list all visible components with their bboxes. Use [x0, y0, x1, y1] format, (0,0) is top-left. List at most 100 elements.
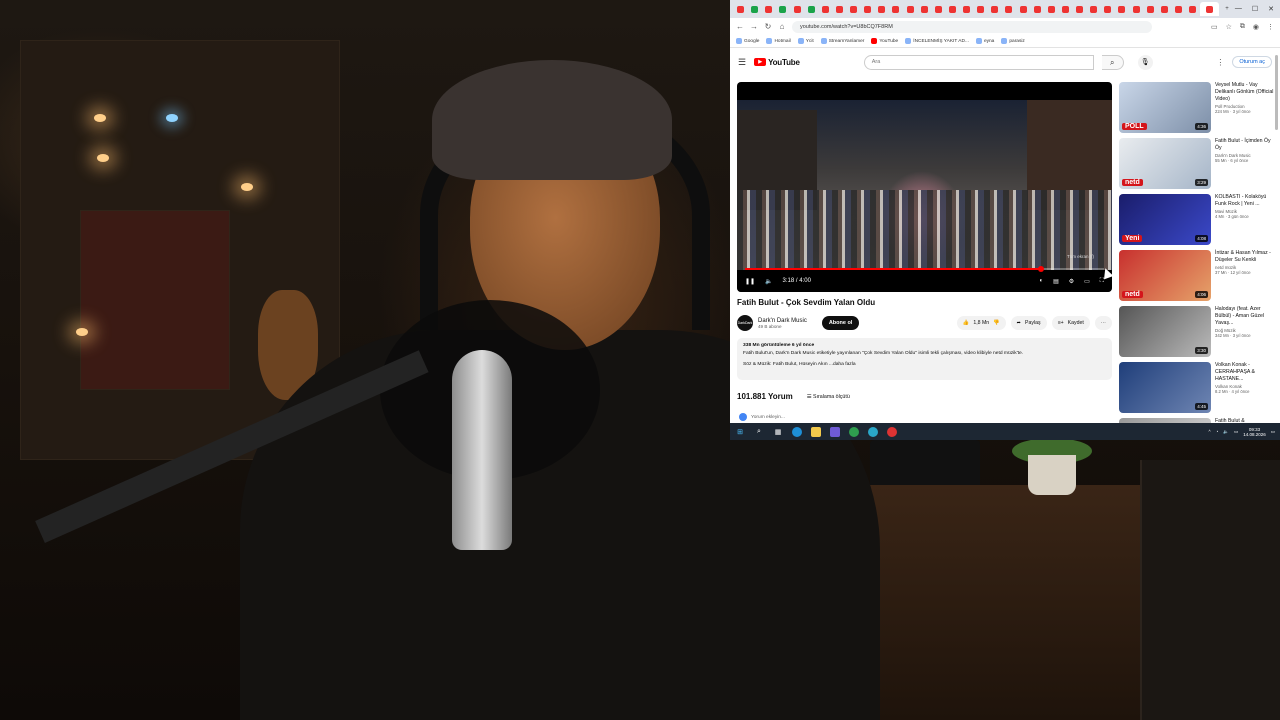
chrome-icon[interactable] — [849, 426, 859, 437]
browser-tab[interactable] — [960, 2, 973, 16]
video-thumbnail[interactable]: 4:45 — [1119, 362, 1211, 413]
extensions-icon[interactable]: ⧉ — [1240, 23, 1245, 31]
related-video-title[interactable]: Halodayı (feat. Azer Bülbül) - Aman Güze… — [1215, 306, 1277, 327]
new-tab-icon[interactable]: + — [1220, 2, 1233, 16]
browser-tab[interactable] — [904, 2, 917, 16]
volume-icon[interactable]: 🔈 — [765, 278, 772, 285]
browser-tab[interactable] — [1031, 2, 1044, 16]
menu-icon[interactable]: ⋮ — [1267, 23, 1274, 31]
description-box[interactable]: 338 Mn görüntüleme 6 yıl önce Fatih Bulu… — [737, 338, 1112, 380]
channel-name[interactable]: Dark'n Dark Music — [758, 318, 807, 324]
browser-tab[interactable] — [1073, 2, 1086, 16]
more-options-icon[interactable]: ⋮ — [1216, 58, 1224, 67]
browser-tab[interactable] — [932, 2, 945, 16]
video-player[interactable]: ❚❚ 🔈 3:18 / 4:00 ◐ ▤ ⚙ ▭ ⛶ Tüm ekran (f) — [737, 82, 1112, 292]
bookmark-item[interactable]: İNCELENMİŞ YAKIT AD... — [905, 38, 969, 44]
search-icon[interactable]: ⌕ — [1101, 54, 1124, 70]
bookmark-item[interactable]: parasiz — [1001, 38, 1025, 44]
related-video-item[interactable]: 3:30 Halodayı (feat. Azer Bülbül) - Aman … — [1119, 306, 1279, 362]
sort-comments-button[interactable]: ☰ Sıralama ölçütü — [807, 394, 850, 400]
browser-tab[interactable] — [1144, 2, 1157, 16]
related-video-title[interactable]: Fatih Bulut - İçimden Öy Öy — [1215, 138, 1277, 152]
related-video-title[interactable]: Veysel Mutlu - Vay Delikanlı Gönlüm (Off… — [1215, 82, 1277, 103]
save-button[interactable]: ≡+ Kaydet — [1051, 316, 1090, 330]
scrollbar[interactable] — [1275, 55, 1278, 130]
battery-icon[interactable]: ▭ — [1234, 429, 1238, 435]
theater-mode-icon[interactable]: ▭ — [1084, 278, 1090, 285]
home-icon[interactable]: ⌂ — [778, 22, 786, 31]
microphone-icon[interactable]: 🎙 — [1137, 54, 1153, 70]
related-video-title[interactable]: Volkan Konak - CERRAHPAŞA & HASTANE... — [1215, 362, 1277, 383]
app-icon[interactable] — [868, 426, 878, 437]
close-icon[interactable]: ✕ — [1268, 5, 1274, 13]
browser-tab[interactable] — [1200, 2, 1220, 16]
cast-icon[interactable]: ▭ — [1211, 23, 1218, 31]
video-thumbnail[interactable]: netd 3:29 — [1119, 138, 1211, 189]
back-icon[interactable]: ← — [736, 22, 744, 31]
browser-tab[interactable] — [776, 2, 789, 16]
notification-icon[interactable]: ▭ — [1271, 429, 1275, 435]
browser-tab[interactable] — [988, 2, 1001, 16]
add-comment-field[interactable]: Yorum ekleyin... — [739, 413, 785, 421]
browser-tab[interactable] — [1158, 2, 1171, 16]
settings-gear-icon[interactable]: ⚙ — [1069, 278, 1074, 285]
channel-avatar[interactable]: DarkDark — [737, 315, 753, 331]
browser-tab[interactable] — [748, 2, 761, 16]
autoplay-toggle-icon[interactable]: ◐ — [1039, 278, 1043, 285]
browser-tab[interactable] — [1115, 2, 1128, 16]
browser-tab[interactable] — [1002, 2, 1015, 16]
browser-tab[interactable] — [805, 2, 818, 16]
browser-tab[interactable] — [734, 2, 747, 16]
maximize-icon[interactable]: ☐ — [1252, 5, 1258, 13]
task-view-icon[interactable]: ▦ — [773, 427, 783, 437]
related-video-title[interactable]: KOLBASTI - Kolaköyü Funk Rock | Yeni ... — [1215, 194, 1277, 208]
browser-tab[interactable] — [918, 2, 931, 16]
reload-icon[interactable]: ↻ — [764, 22, 772, 31]
like-button[interactable]: 👍 1,8 Mn 👎 — [956, 316, 1006, 330]
youtube-logo[interactable]: ▶ YouTube — [754, 58, 800, 67]
bookmark-item[interactable]: eyna — [975, 38, 994, 44]
minimize-icon[interactable]: — — [1235, 5, 1242, 13]
related-video-item[interactable]: POLL 4:36 Veysel Mutlu - Vay Delikanlı Gön… — [1119, 82, 1279, 138]
browser-tab[interactable] — [875, 2, 888, 16]
network-icon[interactable]: ◔ — [1216, 429, 1219, 434]
bookmark-item[interactable]: Hotmail — [766, 38, 791, 44]
browser-tab[interactable] — [1186, 2, 1199, 16]
browser-tab[interactable] — [1045, 2, 1058, 16]
browser-tab[interactable] — [946, 2, 959, 16]
video-thumbnail[interactable]: 3:30 — [1119, 306, 1211, 357]
browser-tab[interactable] — [1017, 2, 1030, 16]
bookmark-item[interactable]: Google — [736, 38, 759, 44]
edge-browser-icon[interactable] — [792, 426, 802, 437]
browser-tab[interactable] — [833, 2, 846, 16]
tray-chevron-icon[interactable]: ^ — [1208, 429, 1210, 434]
related-video-title[interactable]: İntizar & Hasan Yılmaz - Düşeler Su Kenk… — [1215, 250, 1277, 264]
recorder-icon[interactable] — [887, 426, 897, 437]
search-input[interactable]: Ara — [863, 54, 1094, 70]
browser-tab[interactable] — [791, 2, 804, 16]
browser-tab[interactable] — [847, 2, 860, 16]
bookmark-star-icon[interactable]: ☆ — [1226, 23, 1232, 31]
subtitles-icon[interactable]: ▤ — [1053, 278, 1059, 285]
related-video-item[interactable]: netd 4:06 İntizar & Hasan Yılmaz - Düşeler… — [1119, 250, 1279, 306]
search-icon[interactable]: ⌕ — [754, 427, 764, 437]
subscribe-button[interactable]: Abone ol — [821, 316, 860, 330]
clock[interactable]: 09:33 14.08.2026 — [1243, 427, 1266, 437]
video-thumbnail[interactable]: Yeni 4:08 — [1119, 194, 1211, 245]
browser-tab[interactable] — [889, 2, 902, 16]
related-video-item[interactable]: 4:45 Volkan Konak - CERRAHPAŞA & HASTANE.… — [1119, 362, 1279, 418]
bookmark-item[interactable]: Ycit — [797, 38, 814, 44]
video-thumbnail[interactable]: POLL 4:36 — [1119, 82, 1211, 133]
related-video-item[interactable]: Yeni 4:08 KOLBASTI - Kolaköyü Funk Rock | … — [1119, 194, 1279, 250]
volume-icon[interactable]: 🔈 — [1223, 429, 1229, 435]
related-video-item[interactable]: netd 3:29 Fatih Bulut - İçimden Öy Öy Dark'… — [1119, 138, 1279, 194]
video-thumbnail[interactable]: netd 4:06 — [1119, 250, 1211, 301]
more-actions-icon[interactable]: ⋯ — [1094, 316, 1112, 330]
profile-icon[interactable]: ◉ — [1253, 23, 1259, 31]
browser-tab[interactable] — [1172, 2, 1185, 16]
browser-tab[interactable] — [819, 2, 832, 16]
hamburger-menu-icon[interactable]: ☰ — [738, 57, 746, 68]
thumbs-down-icon[interactable]: 👎 — [993, 320, 999, 326]
browser-tab[interactable] — [974, 2, 987, 16]
share-button[interactable]: ➦ Paylaş — [1010, 316, 1047, 330]
